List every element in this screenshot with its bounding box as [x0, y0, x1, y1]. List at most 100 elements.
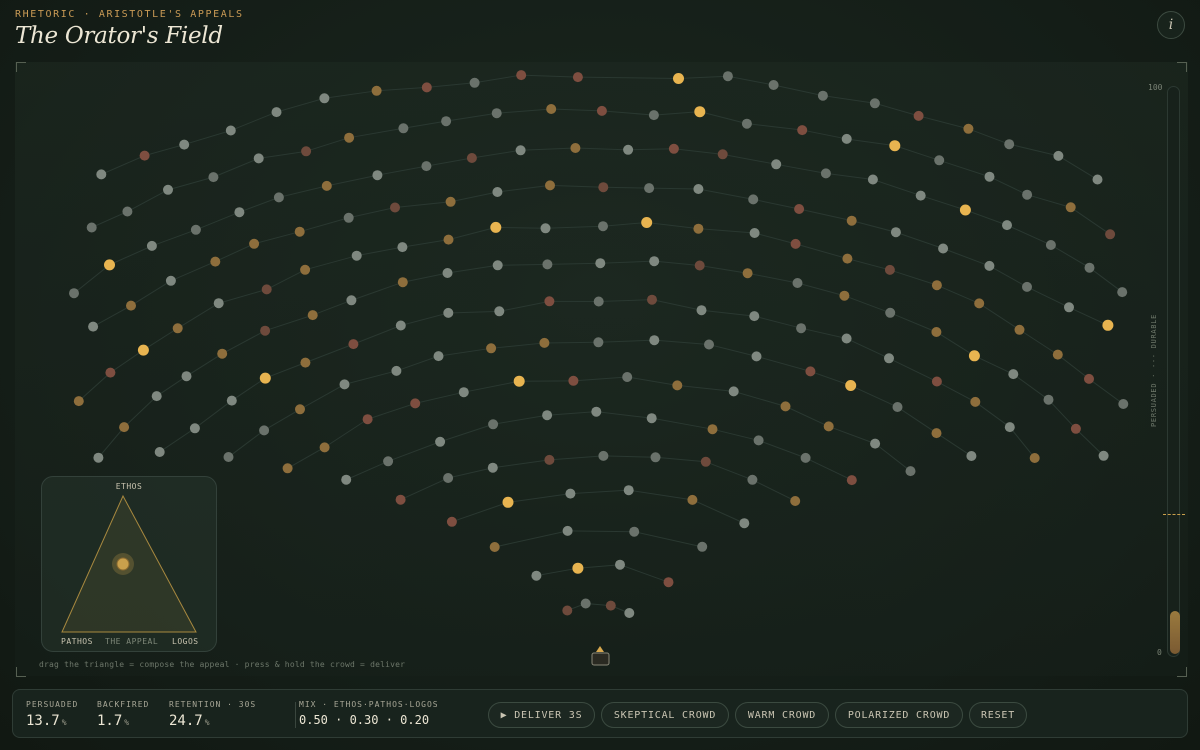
- crowd-member[interactable]: [846, 215, 857, 226]
- crowd-member[interactable]: [884, 264, 895, 275]
- crowd-member[interactable]: [771, 159, 782, 170]
- crowd-member[interactable]: [492, 187, 503, 197]
- warm-crowd-button[interactable]: WARM CROWD: [735, 702, 829, 728]
- crowd-member[interactable]: [753, 435, 764, 446]
- crowd-member[interactable]: [938, 243, 949, 254]
- crowd-member[interactable]: [722, 71, 733, 82]
- crowd-member[interactable]: [672, 380, 683, 391]
- crowd-member[interactable]: [562, 605, 573, 616]
- crowd-member[interactable]: [615, 559, 625, 570]
- crowd-member[interactable]: [629, 526, 640, 537]
- crowd-member[interactable]: [984, 171, 995, 182]
- crowd-member[interactable]: [817, 90, 828, 101]
- crowd-member[interactable]: [1052, 349, 1063, 360]
- crowd-member[interactable]: [648, 110, 659, 121]
- crowd-member[interactable]: [696, 305, 707, 316]
- crowd-member[interactable]: [595, 258, 606, 269]
- crowd-member[interactable]: [749, 228, 760, 238]
- crowd-member[interactable]: [442, 268, 453, 278]
- crowd-member[interactable]: [539, 337, 550, 348]
- crowd-member[interactable]: [351, 250, 362, 261]
- crowd-member[interactable]: [515, 145, 526, 156]
- crowd-member[interactable]: [572, 72, 583, 83]
- crowd-member[interactable]: [890, 227, 901, 238]
- crowd-member[interactable]: [261, 284, 272, 295]
- crowd-member[interactable]: [846, 475, 857, 486]
- crowd-member[interactable]: [820, 168, 831, 179]
- appeal-handle[interactable]: [116, 557, 130, 571]
- crowd-member[interactable]: [892, 402, 903, 412]
- crowd-member[interactable]: [421, 161, 432, 172]
- crowd-member[interactable]: [572, 562, 584, 574]
- crowd-member[interactable]: [905, 466, 916, 477]
- crowd-member[interactable]: [443, 307, 454, 318]
- crowd-member[interactable]: [741, 118, 752, 129]
- crowd-member[interactable]: [869, 98, 880, 109]
- crowd-member[interactable]: [253, 153, 264, 164]
- crowd-member[interactable]: [570, 143, 581, 153]
- crowd-member[interactable]: [728, 386, 739, 397]
- crowd-member[interactable]: [739, 518, 750, 529]
- crowd-member[interactable]: [213, 298, 224, 309]
- crowd-member[interactable]: [348, 339, 359, 350]
- crowd-member[interactable]: [282, 463, 293, 474]
- crowd-member[interactable]: [580, 598, 591, 609]
- crowd-member[interactable]: [663, 577, 674, 588]
- crowd-member[interactable]: [970, 396, 981, 407]
- crowd-member[interactable]: [208, 172, 219, 183]
- appeal-triangle[interactable]: [42, 477, 218, 653]
- crowd-member[interactable]: [1064, 302, 1074, 313]
- crowd-member[interactable]: [300, 264, 311, 275]
- crowd-member[interactable]: [395, 320, 406, 331]
- crowd-member[interactable]: [598, 221, 608, 232]
- crowd-member[interactable]: [433, 351, 444, 362]
- crowd-member[interactable]: [931, 428, 942, 439]
- crowd-member[interactable]: [163, 184, 173, 195]
- crowd-member[interactable]: [73, 396, 84, 407]
- crowd-member[interactable]: [546, 104, 557, 114]
- crowd-member[interactable]: [542, 259, 553, 270]
- crowd-member[interactable]: [502, 496, 514, 508]
- crowd-member[interactable]: [492, 260, 503, 271]
- crowd-member[interactable]: [959, 204, 971, 216]
- crowd-member[interactable]: [181, 371, 192, 382]
- crowd-member[interactable]: [687, 494, 698, 505]
- crowd-member[interactable]: [395, 494, 406, 505]
- crowd-member[interactable]: [649, 256, 660, 267]
- crowd-member[interactable]: [796, 323, 807, 334]
- crowd-member[interactable]: [372, 170, 383, 181]
- crowd-member[interactable]: [673, 73, 684, 84]
- crowd-member[interactable]: [341, 474, 352, 485]
- crowd-member[interactable]: [446, 516, 457, 527]
- crowd-member[interactable]: [339, 379, 350, 390]
- crowd-member[interactable]: [805, 366, 816, 377]
- crowd-member[interactable]: [259, 372, 271, 384]
- crowd-member[interactable]: [1022, 189, 1033, 200]
- crowd-member[interactable]: [842, 253, 853, 264]
- crowd-member[interactable]: [697, 541, 708, 552]
- crowd-member[interactable]: [823, 421, 834, 432]
- crowd-member[interactable]: [593, 337, 604, 348]
- crowd-member[interactable]: [1084, 262, 1095, 273]
- crowd-member[interactable]: [489, 542, 500, 552]
- crowd-member[interactable]: [346, 295, 357, 306]
- crowd-member[interactable]: [104, 259, 115, 271]
- crowd-member[interactable]: [260, 325, 271, 336]
- crowd-member[interactable]: [154, 447, 165, 457]
- crowd-member[interactable]: [542, 410, 553, 421]
- skeptical-crowd-button[interactable]: SKEPTICAL CROWD: [601, 702, 729, 728]
- crowd-member[interactable]: [889, 140, 901, 152]
- crowd-member[interactable]: [1118, 399, 1129, 409]
- crowd-member[interactable]: [841, 333, 852, 344]
- crowd-member[interactable]: [605, 600, 616, 611]
- crowd-member[interactable]: [545, 180, 555, 191]
- crowd-member[interactable]: [1098, 450, 1109, 461]
- crowd-member[interactable]: [1053, 150, 1064, 161]
- crowd-member[interactable]: [319, 442, 330, 453]
- crowd-member[interactable]: [165, 275, 176, 286]
- crowd-member[interactable]: [516, 70, 527, 81]
- crowd-member[interactable]: [190, 224, 201, 235]
- crowd-member[interactable]: [217, 348, 228, 359]
- crowd-member[interactable]: [1008, 369, 1019, 380]
- crowd-member[interactable]: [151, 391, 162, 402]
